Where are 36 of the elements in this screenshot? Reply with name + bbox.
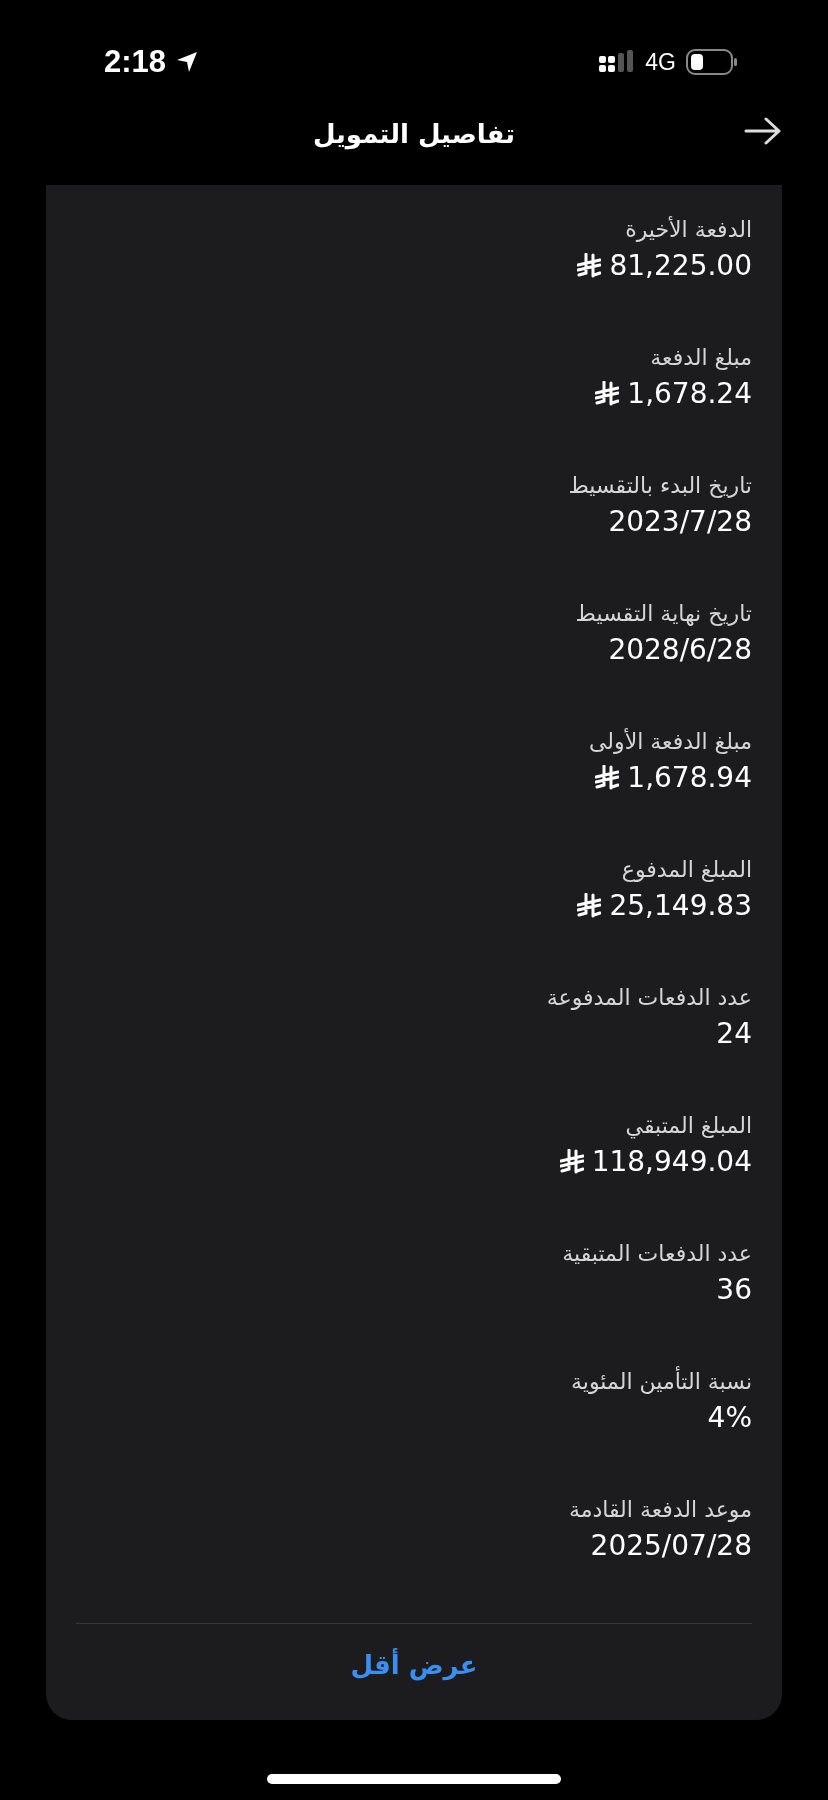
riyal-icon bbox=[577, 253, 602, 279]
detail-label: عدد الدفعات المتبقية bbox=[562, 1240, 752, 1268]
detail-label: مبلغ الدفعة الأولى bbox=[589, 727, 752, 756]
riyal-icon bbox=[559, 1149, 584, 1175]
arrow-icon bbox=[744, 116, 782, 146]
detail-value: 2028/6/28 bbox=[608, 632, 752, 668]
detail-label: المبلغ المتبقي bbox=[625, 1112, 752, 1141]
detail-value: 1,678.24 bbox=[627, 376, 752, 412]
status-time: 2:18 bbox=[104, 44, 167, 80]
battery-icon bbox=[686, 49, 738, 75]
riyal-icon bbox=[595, 381, 620, 407]
network-label: 4G bbox=[645, 48, 676, 76]
back-button[interactable] bbox=[744, 116, 782, 146]
detail-label: موعد الدفعة القادمة bbox=[568, 1496, 752, 1524]
screen-title: تفاصيل التمويل bbox=[312, 119, 516, 149]
detail-label: عدد الدفعات المدفوعة bbox=[546, 984, 752, 1012]
detail-label: مبلغ الدفعة bbox=[650, 344, 752, 372]
detail-value: 2025/07/28 bbox=[590, 1528, 752, 1564]
detail-value: 24 bbox=[716, 1016, 752, 1052]
riyal-icon bbox=[577, 893, 602, 919]
detail-value: 36 bbox=[716, 1272, 752, 1308]
detail-label: المبلغ المدفوع bbox=[621, 856, 752, 884]
detail-label: تاريخ نهاية التقسيط bbox=[575, 600, 752, 628]
detail-value: 2023/7/28 bbox=[608, 504, 752, 540]
detail-label: الدفعة الأخيرة bbox=[625, 215, 752, 244]
detail-value: 25,149.83 bbox=[609, 888, 752, 924]
signal-icon bbox=[599, 50, 636, 74]
riyal-icon bbox=[595, 765, 620, 791]
detail-value: 118,949.04 bbox=[591, 1144, 752, 1180]
detail-value: 81,225.00 bbox=[609, 248, 752, 284]
location-icon bbox=[176, 51, 199, 73]
show-less-button[interactable]: عرض أقل bbox=[340, 1624, 488, 1720]
detail-value: 4% bbox=[707, 1400, 752, 1436]
detail-label: نسبة التأمين المئوية bbox=[571, 1367, 752, 1397]
detail-value: 1,678.94 bbox=[627, 760, 752, 796]
detail-label: تاريخ البدء بالتقسيط bbox=[568, 472, 752, 500]
